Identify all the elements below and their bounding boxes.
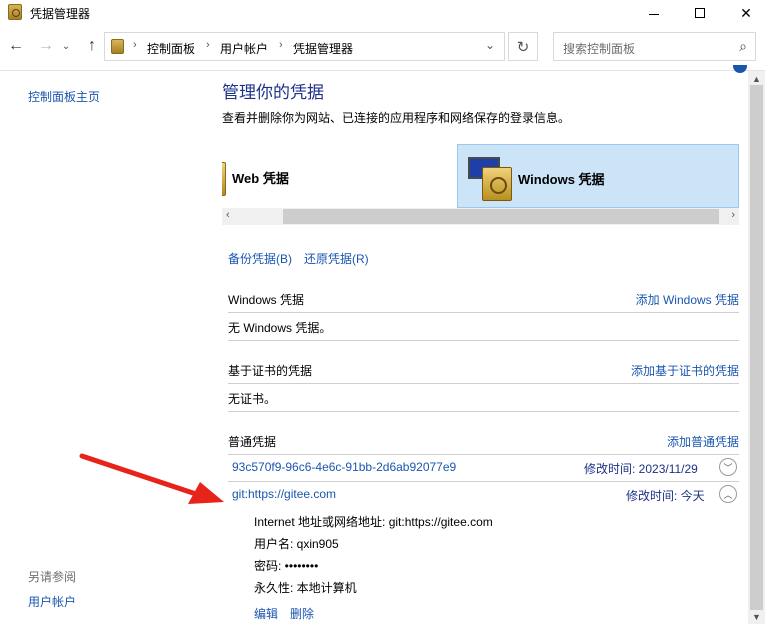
tab-web-label: Web 凭据 [232, 171, 289, 186]
see-also-label: 另请参阅 [28, 570, 77, 584]
maximize-button[interactable] [677, 0, 723, 26]
refresh-button[interactable]: ↻ [508, 32, 538, 61]
edit-credential-link[interactable]: 编辑 [254, 605, 278, 622]
section-divider [228, 383, 739, 384]
scroll-down-icon[interactable]: ▼ [752, 612, 761, 622]
section-divider [228, 312, 739, 313]
forward-button[interactable]: → [36, 35, 56, 57]
navigation-bar: ← → ⌄ ↑ › 控制面板 › 用户帐户 › 凭据管理器 ⌄ ↻ 搜索控制面板… [0, 26, 765, 68]
control-panel-icon [111, 39, 124, 54]
scrollbar-thumb[interactable] [283, 209, 719, 224]
up-button[interactable]: ↑ [82, 35, 102, 57]
section-divider [228, 454, 739, 455]
certificate-credentials-heading: 基于证书的凭据 [228, 364, 313, 378]
credential-password-detail: 密码: •••••••• [254, 559, 319, 573]
generic-credential-row-modified: 修改时间: 2023/11/29 [584, 462, 698, 476]
minimize-icon [649, 13, 659, 15]
header-divider [0, 70, 765, 71]
collapse-chevron-up-icon[interactable]: ︿ [719, 485, 737, 503]
section-divider [228, 411, 739, 412]
tab-windows-label: Windows 凭据 [518, 172, 605, 187]
breadcrumb-separator-icon[interactable]: › [206, 39, 210, 51]
breadcrumb-user-accounts[interactable]: 用户帐户 [220, 40, 268, 57]
arrow-left-icon: ← [8, 37, 24, 54]
control-panel-home-link[interactable]: 控制面板主页 [28, 88, 100, 105]
back-button[interactable]: ← [6, 35, 26, 57]
credential-persistence-detail: 永久性: 本地计算机 [254, 581, 357, 595]
search-placeholder: 搜索控制面板 [563, 42, 636, 56]
search-icon: ⌕ [739, 38, 747, 54]
breadcrumb-credential-manager[interactable]: 凭据管理器 [293, 40, 353, 57]
page-title: 管理你的凭据 [222, 83, 324, 102]
breadcrumb-separator-icon[interactable]: › [133, 39, 137, 51]
tab-web-credentials[interactable]: Web 凭据 [222, 144, 437, 208]
section-divider [228, 340, 739, 341]
web-credentials-icon [222, 162, 226, 196]
restore-credentials-link[interactable]: 还原凭据(R) [304, 250, 369, 267]
generic-credential-row-name[interactable]: git:https://gitee.com [232, 487, 336, 501]
maximize-icon [695, 8, 705, 18]
tab-windows-credentials[interactable]: Windows 凭据 [457, 144, 739, 208]
address-bar[interactable]: › 控制面板 › 用户帐户 › 凭据管理器 ⌄ [104, 32, 505, 61]
scroll-up-icon[interactable]: ▲ [752, 74, 761, 84]
scroll-left-icon[interactable]: ‹ [226, 209, 230, 221]
user-accounts-link[interactable]: 用户帐户 [28, 593, 76, 610]
recent-locations-button[interactable]: ⌄ [60, 35, 72, 57]
address-dropdown-icon[interactable]: ⌄ [485, 38, 495, 52]
section-divider [228, 481, 739, 482]
vertical-scrollbar[interactable]: ▲ ▼ [748, 71, 765, 624]
breadcrumb-separator-icon[interactable]: › [279, 39, 283, 51]
windows-credentials-icon [468, 151, 516, 203]
scrollbar-thumb[interactable] [750, 85, 763, 610]
search-input[interactable]: 搜索控制面板 ⌕ [553, 32, 756, 61]
generic-credential-row-modified: 修改时间: 今天 [626, 489, 705, 503]
credential-username-detail: 用户名: qxin905 [254, 537, 339, 551]
minimize-button[interactable] [631, 0, 677, 26]
certificate-credentials-empty: 无证书。 [228, 392, 277, 406]
generic-credential-row-name[interactable]: 93c570f9-96c6-4e6c-91bb-2d6ab92077e9 [232, 460, 456, 474]
delete-credential-link[interactable]: 删除 [290, 605, 314, 622]
windows-credentials-empty: 无 Windows 凭据。 [228, 321, 332, 335]
credential-manager-icon [8, 4, 22, 20]
credential-address-detail: Internet 地址或网络地址: git:https://gitee.com [254, 515, 493, 529]
page-description: 查看并删除你为网站、已连接的应用程序和网络保存的登录信息。 [222, 111, 571, 125]
add-windows-credential-link[interactable]: 添加 Windows 凭据 [600, 291, 739, 308]
backup-credentials-link[interactable]: 备份凭据(B) [228, 250, 292, 267]
scroll-right-icon[interactable]: › [731, 209, 735, 221]
title-bar: 凭据管理器 ✕ [0, 0, 765, 26]
close-icon: ✕ [740, 4, 752, 21]
safe-icon [482, 167, 512, 201]
expand-chevron-down-icon[interactable]: ﹀ [719, 458, 737, 476]
annotation-arrow-icon [79, 453, 224, 504]
window-title: 凭据管理器 [30, 7, 91, 21]
arrow-right-icon: → [38, 37, 54, 54]
chevron-down-icon: ⌄ [61, 40, 71, 52]
windows-credentials-heading: Windows 凭据 [228, 293, 305, 307]
refresh-icon: ↻ [516, 38, 530, 56]
add-generic-credential-link[interactable]: 添加普通凭据 [600, 433, 739, 450]
tabs-horizontal-scrollbar[interactable]: ‹ › [222, 208, 739, 225]
breadcrumb-control-panel[interactable]: 控制面板 [147, 40, 195, 57]
credential-type-tabs: Web 凭据 Windows 凭据 [222, 144, 739, 208]
help-icon[interactable] [733, 65, 747, 73]
close-button[interactable]: ✕ [723, 0, 765, 26]
generic-credentials-heading: 普通凭据 [228, 435, 277, 449]
arrow-up-icon: ↑ [88, 37, 96, 54]
add-certificate-credential-link[interactable]: 添加基于证书的凭据 [600, 362, 739, 379]
